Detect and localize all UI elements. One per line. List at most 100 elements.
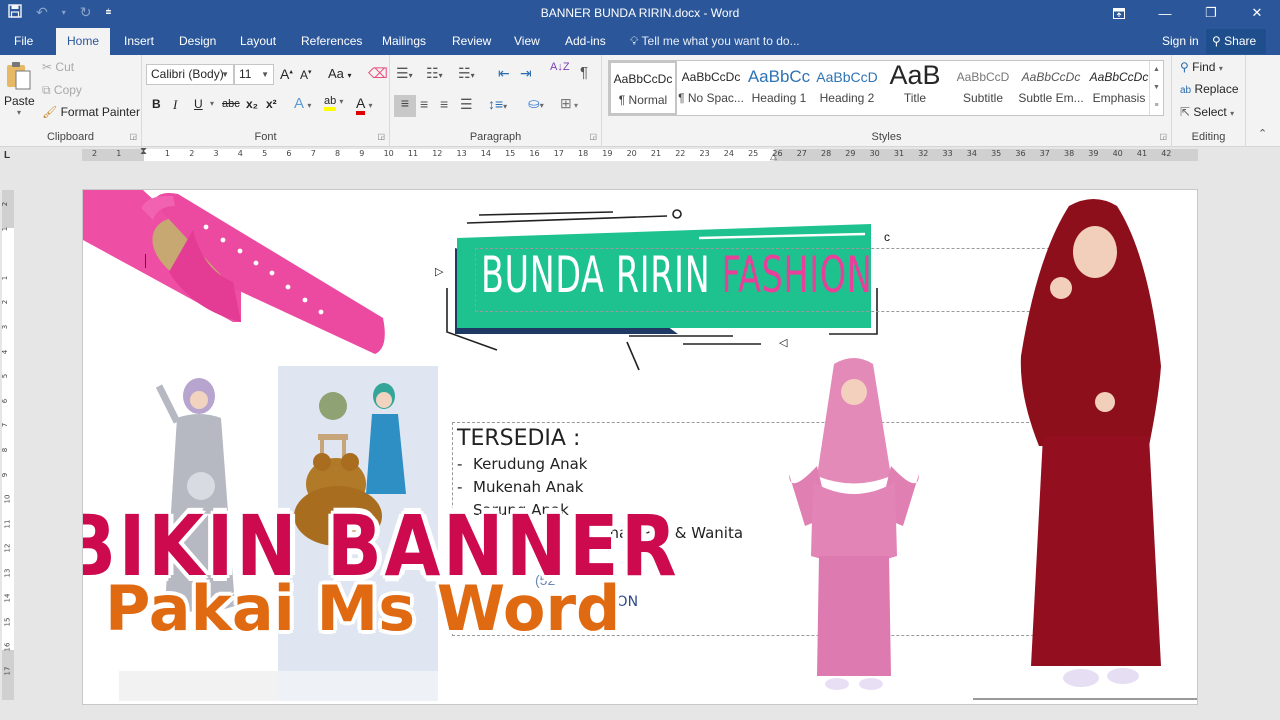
first-line-indent-marker[interactable]: ⧗ [140,146,147,157]
sign-in-link[interactable]: Sign in [1162,28,1199,55]
strikethrough-button[interactable]: abc [222,98,240,110]
style-no-spacing[interactable]: AaBbCcDc ¶ No Spac... [677,61,745,115]
restore-button[interactable]: ❐ [1188,0,1234,26]
document-page[interactable]: ▷ ◁ c BUNDA RIRIN FASHION TERSEDIA : Ker… [82,189,1198,705]
underline-dropdown-icon[interactable]: ▾ [210,99,214,108]
tab-mailings[interactable]: Mailings [372,28,436,55]
chevron-down-icon: ▾ [339,97,344,106]
tell-me-box[interactable]: 💡︎ Tell me what you want to do... [630,28,800,55]
paste-button[interactable]: Paste ▾ [4,61,35,117]
styles-gallery-scrollbar[interactable]: ▲ ▼ ≡ [1149,61,1163,115]
brand-title: BUNDA RIRIN FASHION [481,246,872,304]
tab-selector[interactable]: L [4,150,10,161]
align-center-button[interactable]: ≡ [420,96,428,112]
style-emphasis[interactable]: AaBbCcDc Emphasis [1085,61,1153,115]
ribbon-tab-bar: File Home Insert Design Layout Reference… [0,28,1280,55]
style-subtle-emphasis[interactable]: AaBbCcDc Subtle Em... [1017,61,1085,115]
styles-group: AaBbCcDc ¶ Normal AaBbCcDc ¶ No Spac... … [602,55,1172,147]
tab-design[interactable]: Design [169,28,226,55]
numbering-button[interactable]: ☷▾ [426,65,443,82]
scroll-up-icon[interactable]: ▲ [1150,61,1163,79]
tab-review[interactable]: Review [442,28,501,55]
font-size-combo[interactable]: 11 ▼ [234,64,274,85]
minimize-button[interactable]: — [1142,0,1188,26]
increase-indent-button[interactable]: ⇥ [520,65,532,82]
align-center-icon: ≡ [420,96,429,112]
styles-launcher-icon[interactable]: ◲ [1159,132,1167,141]
paste-dropdown-icon[interactable]: ▾ [4,108,34,117]
clear-formatting-button[interactable]: ⌫ [368,65,388,82]
more-styles-icon[interactable]: ≡ [1150,97,1163,115]
vertical-ruler[interactable]: 2 1 1 2 3 4 5 6 7 8 9 10 11 12 13 14 15 16 17 [1,190,14,700]
bold-button[interactable]: B [152,97,161,111]
grow-font-button[interactable]: A▴ [280,66,293,82]
find-label: Find [1192,60,1216,74]
tab-home[interactable]: Home [56,28,110,55]
highlighter-icon: ab [324,95,337,111]
style-name: Heading 2 [819,91,875,105]
change-case-button[interactable]: Aa ▾ [328,66,352,81]
shading-button[interactable]: ⛀▾ [528,95,544,112]
collapse-ribbon-icon[interactable]: ⌃ [1258,127,1267,140]
italic-button[interactable]: I [173,97,177,113]
shrink-font-button[interactable]: A▾ [300,68,312,82]
style-title[interactable]: AaB Title [881,61,949,115]
select-button[interactable]: ⇱ Select ▾ [1180,105,1234,119]
tab-file[interactable]: File [4,28,43,55]
cut-button[interactable]: ✂ Cut [42,60,74,74]
style-heading-2[interactable]: AaBbCcD Heading 2 [813,61,881,115]
tab-view[interactable]: View [504,28,550,55]
underline-button[interactable]: U [194,97,203,111]
tab-insert[interactable]: Insert [114,28,164,55]
line-spacing-button[interactable]: ↕≡▾ [488,96,507,112]
style-heading-1[interactable]: AaBbCc Heading 1 [745,61,813,115]
ribbon-home: Paste ▾ ✂ Cut ⧉ Copy 🖌︎ Format Painter C… [0,55,1280,147]
style-subtitle[interactable]: AaBbCcD Subtitle [949,61,1017,115]
paragraph-group-label: Paragraph [469,131,522,143]
sort-button[interactable]: A↓Z [550,62,570,73]
chevron-down-icon: ▾ [368,101,373,110]
tab-references[interactable]: References [291,28,372,55]
borders-button[interactable]: ⊞ ▾ [560,95,578,112]
close-button[interactable]: ✕ [1234,0,1280,26]
paste-label: Paste [4,94,35,108]
ruler-tick-label: 30 [869,149,880,158]
align-left-button[interactable]: ≡ [394,95,416,117]
multilevel-list-button[interactable]: ☵▾ [458,65,475,82]
ruler-tick-label: 40 [1112,149,1123,158]
superscript-button[interactable]: x² [266,97,277,111]
style-normal[interactable]: AaBbCcDc ¶ Normal [609,61,677,115]
chevron-down-icon: ▾ [1218,64,1223,73]
ruler-tick-label: 2 [1,201,10,207]
show-hide-button[interactable]: ¶ [580,64,588,81]
justify-button[interactable]: ☰ [460,96,473,113]
styles-gallery: AaBbCcDc ¶ Normal AaBbCcDc ¶ No Spac... … [608,60,1164,116]
ruler-tick-label: 28 [821,149,832,158]
decrease-indent-button[interactable]: ⇤ [498,65,510,82]
ribbon-display-options-button[interactable] [1096,0,1142,26]
share-button[interactable]: ⚲ Share [1206,29,1266,54]
font-color-button[interactable]: A ▾ [356,95,373,115]
tab-add-ins[interactable]: Add-ins [555,28,616,55]
format-painter-button[interactable]: 🖌︎ Format Painter [42,105,140,119]
bullets-button[interactable]: ☰▾ [396,65,413,82]
horizontal-ruler[interactable]: 2 1 1 2 3 4 5 6 7 8 9 10 11 12 13 14 15 16 17 18 19 20 21 22 23 2… [82,146,1198,162]
right-indent-marker[interactable]: △ [770,151,777,162]
ruler-tick-label: 11 [3,519,12,529]
align-right-button[interactable]: ≡ [440,96,448,112]
find-button[interactable]: ⚲ Find ▾ [1180,60,1223,74]
tab-layout[interactable]: Layout [230,28,286,55]
scroll-down-icon[interactable]: ▼ [1150,79,1163,97]
ruler-tick-label: 31 [893,149,905,158]
clipboard-launcher-icon[interactable]: ◲ [129,132,137,141]
replace-button[interactable]: ab Replace [1180,82,1239,96]
highlight-button[interactable]: ab ▾ [324,95,344,111]
subscript-button[interactable]: x₂ [246,97,258,111]
font-launcher-icon[interactable]: ◲ [377,132,385,141]
eraser-icon: ⌫ [368,65,388,81]
text-effects-button[interactable]: A ▾ [294,95,311,112]
copy-button[interactable]: ⧉ Copy [42,83,82,98]
paragraph-launcher-icon[interactable]: ◲ [589,132,597,141]
ruler-tick-label: 32 [918,149,929,158]
font-name-combo[interactable]: Calibri (Body) ▼ [146,64,234,85]
